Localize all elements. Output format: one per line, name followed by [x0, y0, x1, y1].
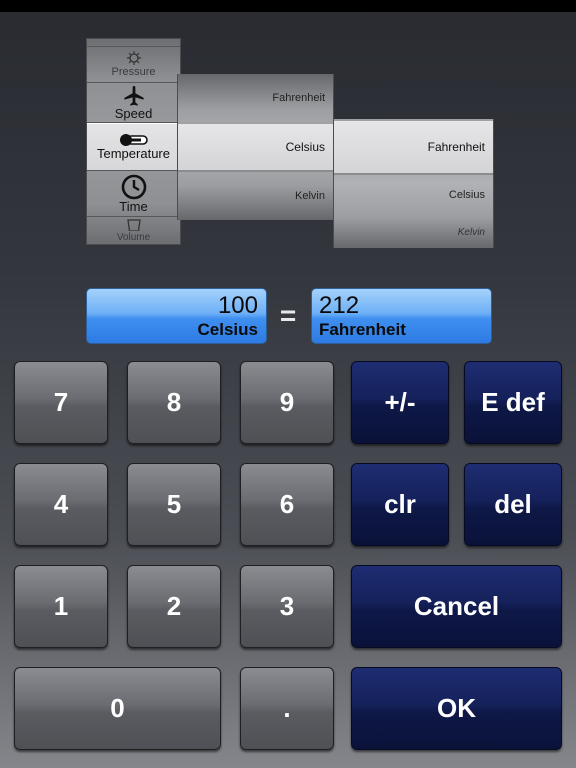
- key-8[interactable]: 8: [127, 361, 221, 444]
- category-label: Speed: [114, 105, 153, 121]
- key-2[interactable]: 2: [127, 565, 221, 648]
- category-label: Temperature: [97, 146, 170, 161]
- clock-icon: [121, 174, 147, 200]
- decimal-point-key[interactable]: .: [240, 667, 334, 750]
- from-unit-selected[interactable]: Celsius: [178, 122, 333, 172]
- cancel-button[interactable]: Cancel: [351, 565, 562, 648]
- from-unit-option[interactable]: Fahrenheit: [178, 74, 333, 122]
- category-label: Volume: [116, 231, 151, 243]
- category-time[interactable]: Time: [87, 171, 180, 217]
- airplane-icon: [123, 85, 145, 107]
- from-value-display: 100 Celsius: [86, 288, 267, 344]
- to-unit-label: Fahrenheit: [319, 320, 406, 339]
- exponent-button[interactable]: E def: [464, 361, 562, 444]
- key-5[interactable]: 5: [127, 463, 221, 546]
- to-unit-option[interactable]: Kelvin: [334, 217, 493, 248]
- from-unit-label: Celsius: [197, 320, 258, 339]
- category-volume[interactable]: Volume: [87, 217, 180, 244]
- from-unit-option[interactable]: Kelvin: [178, 172, 333, 220]
- sign-toggle-button[interactable]: +/-: [351, 361, 449, 444]
- category-partial: [87, 39, 180, 47]
- key-6[interactable]: 6: [240, 463, 334, 546]
- key-3[interactable]: 3: [240, 565, 334, 648]
- to-value-display: 212 Fahrenheit: [311, 288, 492, 344]
- pressure-icon: [125, 50, 143, 65]
- category-speed[interactable]: Speed: [87, 83, 180, 123]
- key-9[interactable]: 9: [240, 361, 334, 444]
- key-0[interactable]: 0: [14, 667, 221, 750]
- delete-button[interactable]: del: [464, 463, 562, 546]
- category-label: Pressure: [111, 65, 156, 78]
- to-unit-selected[interactable]: Fahrenheit: [334, 119, 493, 175]
- ok-button[interactable]: OK: [351, 667, 562, 750]
- key-7[interactable]: 7: [14, 361, 108, 444]
- category-pressure[interactable]: Pressure: [87, 47, 180, 83]
- thermometer-icon: [119, 133, 149, 147]
- to-unit-picker[interactable]: Fahrenheit Celsius Kelvin: [333, 119, 494, 248]
- category-picker[interactable]: Pressure Speed Temperature Time Volume: [86, 38, 181, 245]
- to-value: 212: [319, 292, 360, 319]
- key-1[interactable]: 1: [14, 565, 108, 648]
- key-4[interactable]: 4: [14, 463, 108, 546]
- from-value: 100: [217, 292, 258, 319]
- cup-icon: [126, 218, 141, 231]
- to-unit-option[interactable]: Celsius: [334, 175, 493, 215]
- equals-sign: =: [279, 300, 297, 331]
- category-label: Time: [119, 198, 148, 214]
- category-temperature[interactable]: Temperature: [87, 123, 180, 171]
- status-bar: [0, 0, 576, 12]
- clear-button[interactable]: clr: [351, 463, 449, 546]
- from-unit-picker[interactable]: Fahrenheit Celsius Kelvin: [177, 74, 334, 220]
